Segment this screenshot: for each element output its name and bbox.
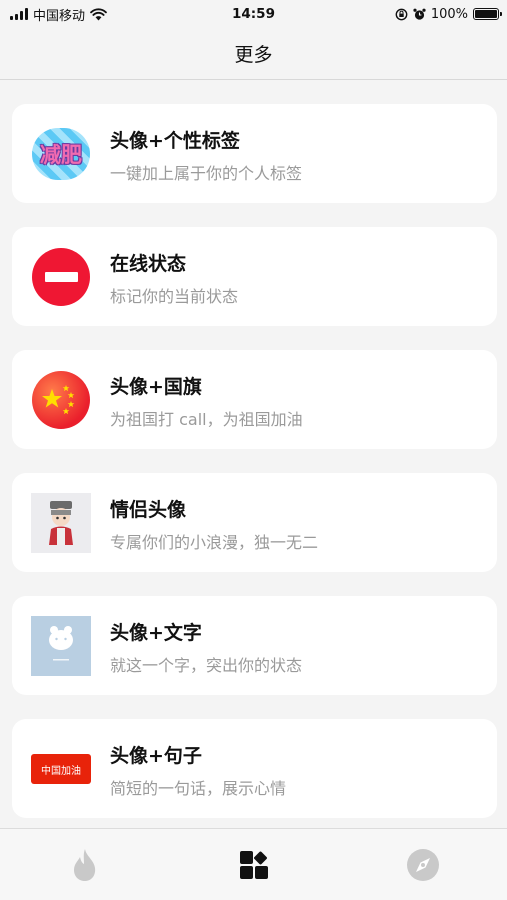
battery-icon bbox=[473, 8, 502, 20]
couple-avatar-icon bbox=[31, 493, 91, 553]
battery-level bbox=[475, 10, 497, 18]
sentence-badge-icon: 中国加油 bbox=[31, 739, 91, 799]
card-subtitle: 标记你的当前状态 bbox=[110, 287, 239, 306]
tab-hot[interactable] bbox=[45, 835, 125, 895]
card-title: 头像+文字 bbox=[110, 622, 202, 644]
flame-icon bbox=[73, 848, 95, 881]
card-subtitle: 就这一个字，突出你的状态 bbox=[110, 656, 303, 675]
card-subtitle: 专属你们的小浪漫，独一无二 bbox=[110, 533, 319, 552]
compass-icon bbox=[406, 848, 439, 881]
diet-sticker-text: 减肥 bbox=[40, 143, 82, 167]
feature-list: 减肥 头像+个性标签 一键加上属于你的个人标签 在线状态 标记你的当前状态 头像… bbox=[12, 104, 497, 842]
orientation-lock-icon bbox=[395, 8, 408, 20]
status-left: 中国移动 bbox=[10, 5, 107, 24]
do-not-disturb-icon bbox=[31, 247, 91, 307]
alarm-icon bbox=[413, 8, 426, 20]
carrier-name: 中国移动 bbox=[33, 8, 86, 24]
tab-bar bbox=[0, 828, 507, 900]
feature-card-avatar-flag[interactable]: 头像+国旗 为祖国打 call，为祖国加油 bbox=[12, 350, 497, 449]
feature-card-online-status[interactable]: 在线状态 标记你的当前状态 bbox=[12, 227, 497, 326]
text-avatar-icon bbox=[31, 616, 91, 676]
signal-icon bbox=[10, 8, 28, 20]
feature-card-couple-avatar[interactable]: 情侣头像 专属你们的小浪漫，独一无二 bbox=[12, 473, 497, 572]
nav-bar: 更多 bbox=[0, 28, 507, 80]
card-subtitle: 为祖国打 call，为祖国加油 bbox=[110, 410, 303, 429]
status-right: 100% bbox=[395, 6, 502, 22]
tab-discover[interactable] bbox=[383, 835, 463, 895]
card-title: 头像+个性标签 bbox=[110, 130, 240, 152]
status-bar: 中国移动 14:59 100% bbox=[0, 0, 507, 28]
card-subtitle: 简短的一句话，展示心情 bbox=[110, 779, 287, 798]
card-title: 头像+国旗 bbox=[110, 376, 202, 398]
page-title: 更多 bbox=[234, 44, 273, 66]
feature-card-avatar-sentence[interactable]: 中国加油 头像+句子 简短的一句话，展示心情 bbox=[12, 719, 497, 818]
sentence-badge-text: 中国加油 bbox=[41, 765, 81, 777]
feature-card-avatar-tag[interactable]: 减肥 头像+个性标签 一键加上属于你的个人标签 bbox=[12, 104, 497, 203]
card-title: 情侣头像 bbox=[110, 499, 187, 521]
china-flag-icon bbox=[31, 370, 91, 430]
wifi-icon bbox=[90, 7, 107, 20]
card-subtitle: 一键加上属于你的个人标签 bbox=[110, 164, 303, 183]
grid-icon bbox=[239, 850, 268, 879]
feature-card-avatar-text[interactable]: 头像+文字 就这一个字，突出你的状态 bbox=[12, 596, 497, 695]
battery-percent: 100% bbox=[430, 6, 468, 22]
tab-more[interactable] bbox=[214, 835, 294, 895]
diet-sticker-icon: 减肥 bbox=[31, 124, 91, 184]
card-title: 在线状态 bbox=[110, 253, 187, 275]
card-title: 头像+句子 bbox=[110, 745, 202, 767]
